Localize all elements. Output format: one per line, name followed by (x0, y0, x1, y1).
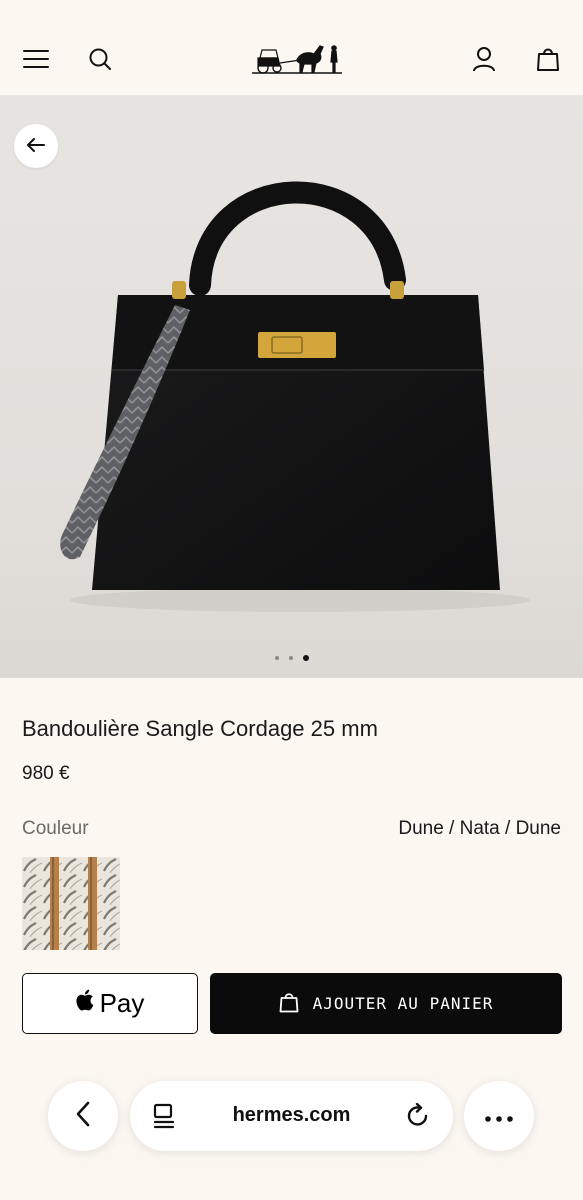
apple-pay-button[interactable]: Pay (22, 973, 198, 1034)
color-label: Couleur (22, 818, 89, 839)
add-to-cart-button[interactable]: AJOUTER AU PANIER (210, 973, 562, 1034)
color-swatch[interactable] (22, 857, 120, 950)
address-bar[interactable]: hermes.com (130, 1081, 453, 1151)
arrow-left-icon (27, 137, 45, 156)
gallery-pagination (0, 655, 583, 661)
apple-pay-label: Pay (99, 988, 145, 1018)
gallery-back-button[interactable] (14, 124, 58, 168)
shopping-bag-icon[interactable] (530, 41, 566, 77)
hermes-carriage-logo[interactable] (250, 36, 346, 82)
search-icon[interactable] (82, 41, 118, 77)
gallery-dot[interactable] (274, 656, 279, 660)
product-image-gallery[interactable] (0, 95, 583, 678)
product-image (60, 181, 530, 612)
color-value: Dune / Nata / Dune (398, 818, 561, 839)
apple-icon (76, 988, 96, 1019)
user-icon[interactable] (466, 41, 502, 77)
reload-icon[interactable] (402, 1100, 434, 1132)
product-title: Bandoulière Sangle Cordage 25 mm (22, 716, 378, 741)
gallery-dot-active[interactable] (302, 655, 309, 661)
browser-more-button[interactable] (464, 1081, 534, 1151)
product-price: 980 € (22, 763, 70, 784)
chevron-left-icon (75, 1101, 91, 1131)
gallery-dot[interactable] (288, 656, 293, 660)
shopping-bag-icon (279, 991, 299, 1017)
browser-back-button[interactable] (48, 1081, 118, 1151)
add-to-cart-label: AJOUTER AU PANIER (312, 994, 494, 1013)
more-dots-icon (485, 1107, 513, 1126)
site-header (0, 0, 583, 95)
hamburger-menu-icon[interactable] (18, 41, 54, 77)
